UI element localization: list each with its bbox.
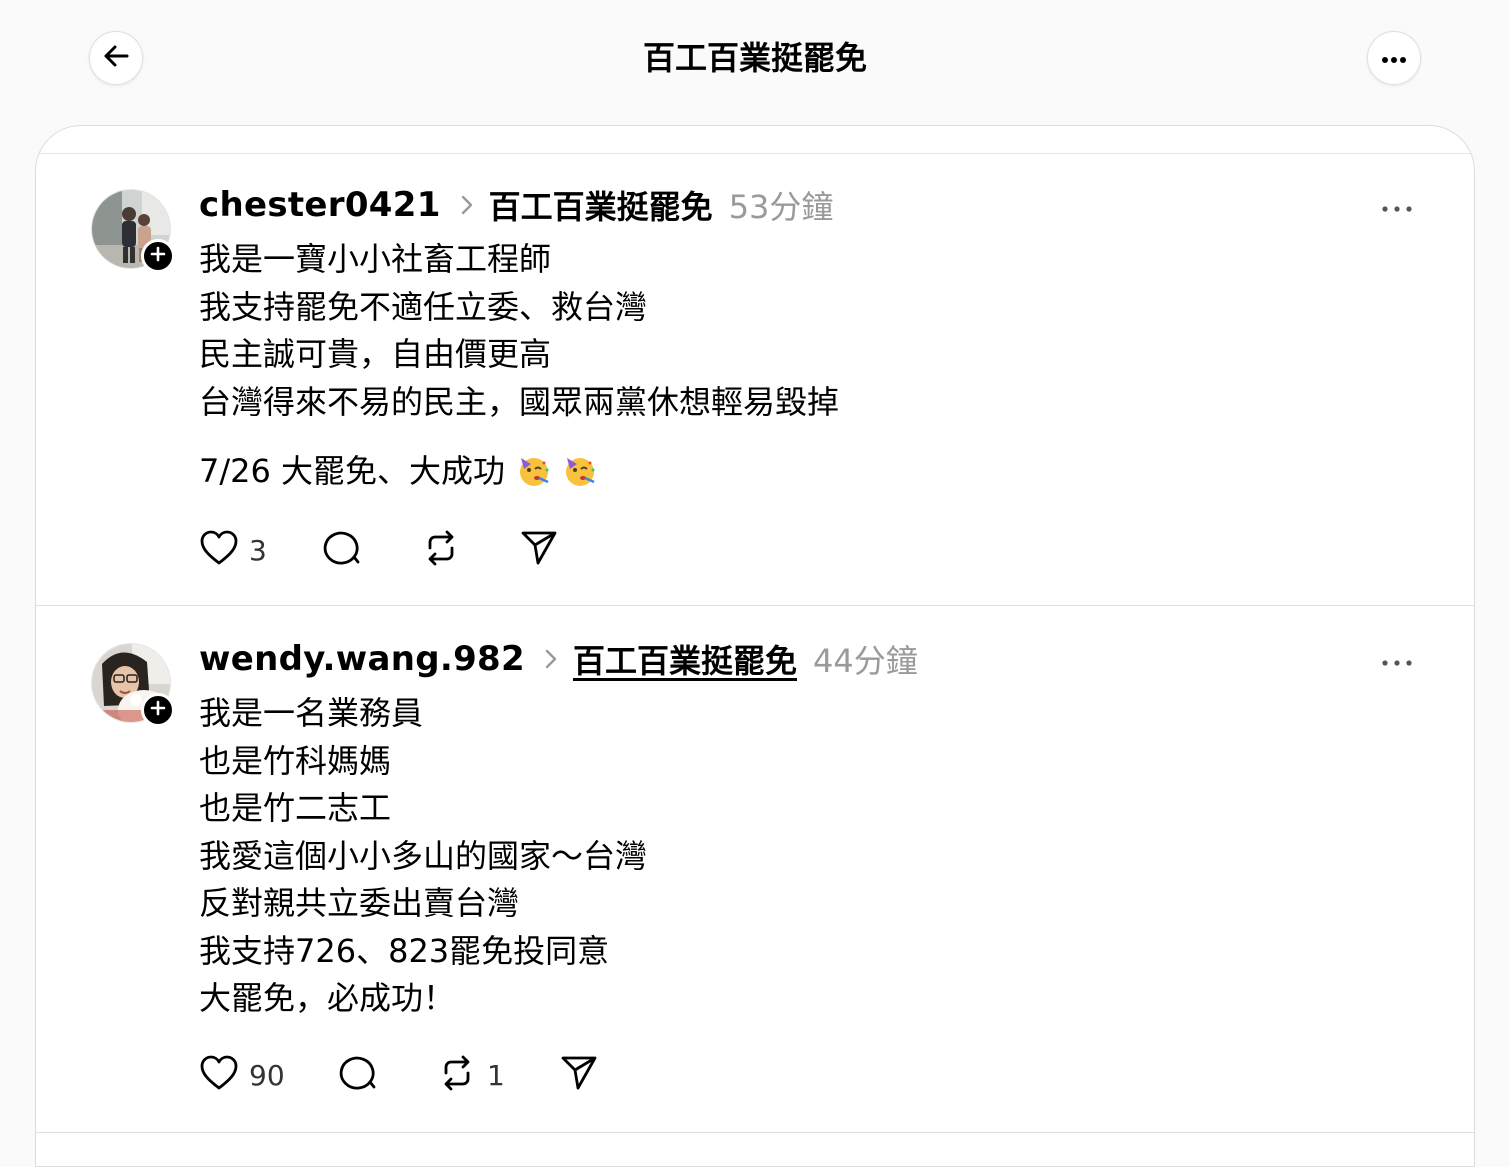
post-line: 我是一寶小小社畜工程師 [199,240,552,278]
community-link[interactable]: 百工百業挺罷免 [573,636,797,682]
post-header: wendy.wang.982 百工百業挺罷免 44分鐘 [199,636,918,682]
post-line-text: 7/26 大罷免、大成功 [199,452,506,490]
post-line: 我支持罷免不適任立委、救台灣 [199,287,648,326]
share-button[interactable] [559,1053,599,1097]
heart-icon [199,1054,239,1096]
community-link[interactable]: 百工百業挺罷免 [489,182,713,228]
timestamp[interactable]: 44分鐘 [813,636,918,682]
username[interactable]: wendy.wang.982 [199,639,525,679]
feed-card: chester0421 百工百業挺罷免 53分鐘 我是一寶小小社畜工程師 我支持… [35,125,1475,1167]
top-bar: 百工百業挺罷免 [0,0,1510,115]
post-text: 我是一寶小小社畜工程師 我支持罷免不適任立委、救台灣 民主誠可貴，自由價更高 台… [199,236,839,426]
send-icon [519,528,559,572]
like-count: 3 [249,533,267,567]
post-line: 也是竹二志工 [199,789,392,827]
post-actions: 90 1 [199,1053,599,1097]
partying-face-emoji [517,454,551,488]
post-divider [36,605,1474,606]
divider [36,153,1474,154]
like-button[interactable]: 3 [199,529,323,571]
post-more-button[interactable] [1377,650,1417,670]
post-header: chester0421 百工百業挺罷免 53分鐘 [199,182,833,228]
plus-icon [150,700,166,720]
post-line: 我支持726、823罷免投同意 [199,931,610,970]
post-line: 民主誠可貴，自由價更高 [199,335,552,373]
post-line: 7/26 大罷免、大成功 [199,448,597,495]
like-count: 90 [249,1058,285,1092]
partying-face-emoji [563,454,597,488]
ellipsis-icon [1382,651,1412,670]
post-line: 我愛這個小小多山的國家～台灣 [199,836,648,875]
post-text: 我是一名業務員 也是竹科媽媽 也是竹二志工 我愛這個小小多山的國家～台灣 反對親… [199,690,647,1023]
ellipsis-icon [1382,197,1412,216]
post-line: 也是竹科媽媽 [199,741,392,780]
send-icon [559,1053,599,1097]
comment-button[interactable] [339,1053,437,1097]
username[interactable]: chester0421 [199,185,441,225]
more-options-button[interactable] [1367,31,1421,85]
post-line: 反對親共立委出賣台灣 [199,884,520,922]
post-line: 台灣得來不易的民主，國眾兩黨休想輕易毀掉 [199,382,840,421]
repost-button[interactable]: 1 [437,1053,559,1097]
follow-button[interactable] [141,693,175,727]
chevron-right-icon [461,195,473,215]
like-button[interactable]: 90 [199,1054,339,1096]
heart-icon [199,529,239,571]
post-more-button[interactable] [1377,196,1417,216]
page-title: 百工百業挺罷免 [642,39,867,77]
repost-icon [437,1053,477,1097]
comment-button[interactable] [323,528,421,572]
comment-icon [339,1053,379,1097]
ellipsis-icon [1381,49,1407,68]
post-line: 大罷免，必成功！ [199,979,456,1017]
post-line: 我是一名業務員 [199,694,424,732]
follow-button[interactable] [141,239,175,273]
comment-icon [323,528,363,572]
chevron-right-icon [545,649,557,669]
repost-button[interactable] [421,528,519,572]
timestamp[interactable]: 53分鐘 [729,182,834,228]
post-divider [36,1132,1474,1133]
repost-icon [421,528,461,572]
post-actions: 3 [199,528,559,572]
share-button[interactable] [519,528,559,572]
plus-icon [150,246,166,266]
repost-count: 1 [487,1058,505,1092]
